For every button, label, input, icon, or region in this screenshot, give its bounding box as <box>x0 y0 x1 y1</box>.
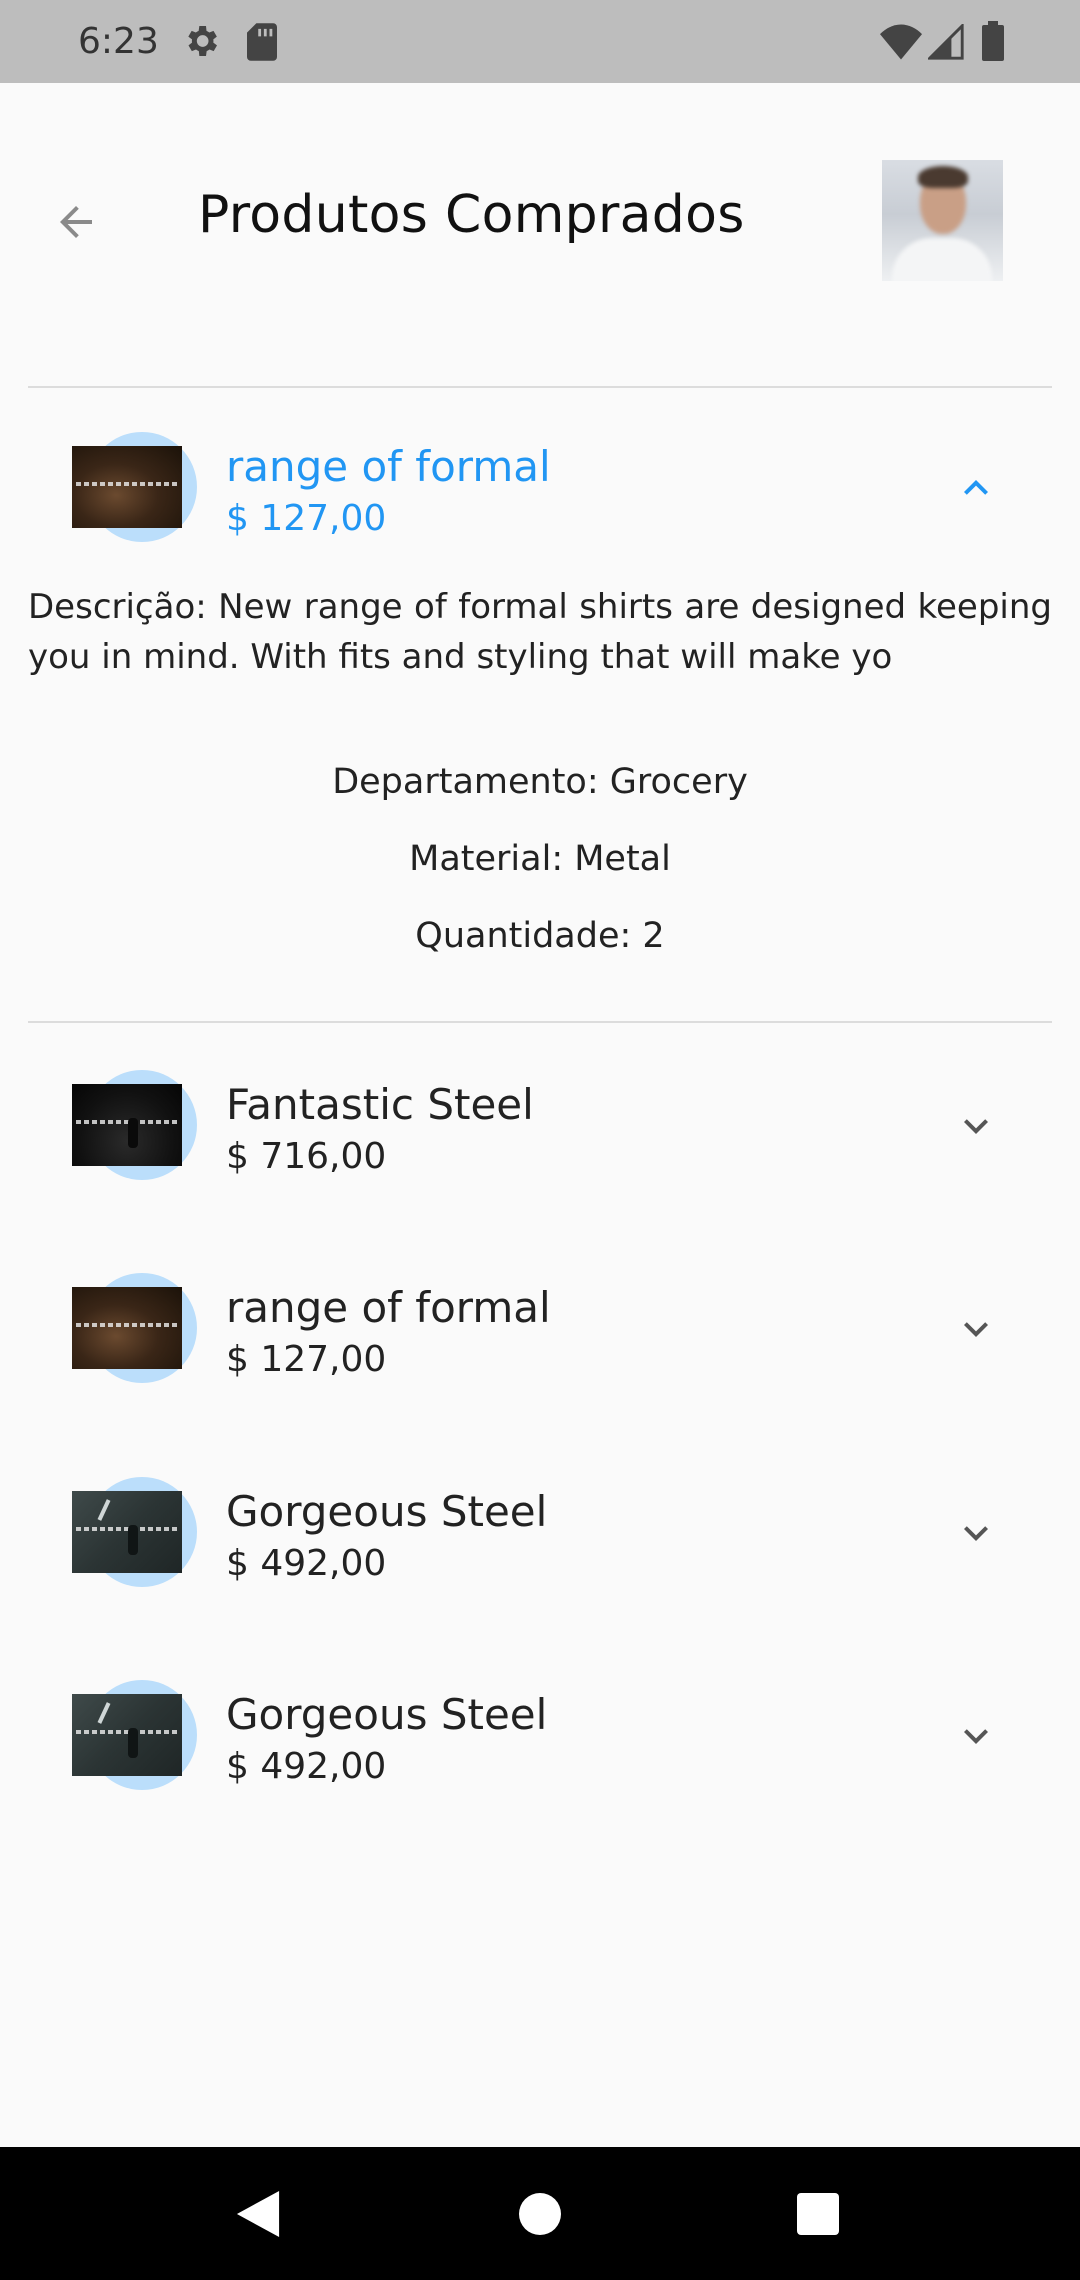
product-thumbnail <box>72 1070 197 1180</box>
arrow-back-icon <box>60 206 92 238</box>
product-price: $ 716,00 <box>226 1136 387 1177</box>
nav-home-icon[interactable] <box>519 2193 561 2235</box>
nav-recents-icon[interactable] <box>797 2193 839 2235</box>
product-material: Material: Metal <box>409 839 671 879</box>
page-title: Produtos Comprados <box>198 185 745 245</box>
signal-icon <box>928 24 964 60</box>
avatar[interactable] <box>882 160 1003 281</box>
chevron-down-icon[interactable] <box>948 1301 1004 1357</box>
product-name: range of formal <box>226 1283 551 1332</box>
product-thumbnail <box>72 1680 197 1790</box>
wifi-icon <box>880 24 922 60</box>
product-name: range of formal <box>226 442 551 491</box>
product-price: $ 492,00 <box>226 1746 387 1787</box>
status-time: 6:23 <box>78 21 159 62</box>
product-item[interactable]: range of formal $ 127,00 <box>0 1273 1080 1423</box>
system-nav-bar <box>0 2147 1080 2280</box>
sd-card-icon <box>247 23 277 61</box>
product-item[interactable]: Gorgeous Steel $ 492,00 <box>0 1680 1080 1830</box>
nav-back-icon[interactable] <box>236 2191 280 2237</box>
chevron-down-icon[interactable] <box>948 1505 1004 1561</box>
product-price: $ 492,00 <box>226 1543 387 1584</box>
chevron-up-icon[interactable] <box>948 460 1004 516</box>
product-item-expanded[interactable]: range of formal $ 127,00 <box>0 432 1080 582</box>
product-price: $ 127,00 <box>226 498 387 539</box>
product-quantity: Quantidade: 2 <box>415 916 665 956</box>
product-thumbnail <box>72 1273 197 1383</box>
product-description: Descrição: New range of formal shirts ar… <box>28 587 1052 677</box>
gear-icon <box>188 26 217 56</box>
product-thumbnail <box>72 432 197 542</box>
product-item[interactable]: Fantastic Steel $ 716,00 <box>0 1070 1080 1220</box>
divider <box>28 1021 1052 1023</box>
chevron-down-icon[interactable] <box>948 1098 1004 1154</box>
product-name: Gorgeous Steel <box>226 1690 548 1739</box>
product-name: Fantastic Steel <box>226 1080 534 1129</box>
battery-icon <box>982 21 1004 61</box>
chevron-down-icon[interactable] <box>948 1708 1004 1764</box>
product-thumbnail <box>72 1477 197 1587</box>
product-name: Gorgeous Steel <box>226 1487 548 1536</box>
status-bar: 6:23 <box>0 0 1080 83</box>
product-price: $ 127,00 <box>226 1339 387 1380</box>
divider <box>28 386 1052 388</box>
back-button[interactable] <box>44 190 108 254</box>
product-item[interactable]: Gorgeous Steel $ 492,00 <box>0 1477 1080 1627</box>
product-department: Departamento: Grocery <box>332 762 748 802</box>
